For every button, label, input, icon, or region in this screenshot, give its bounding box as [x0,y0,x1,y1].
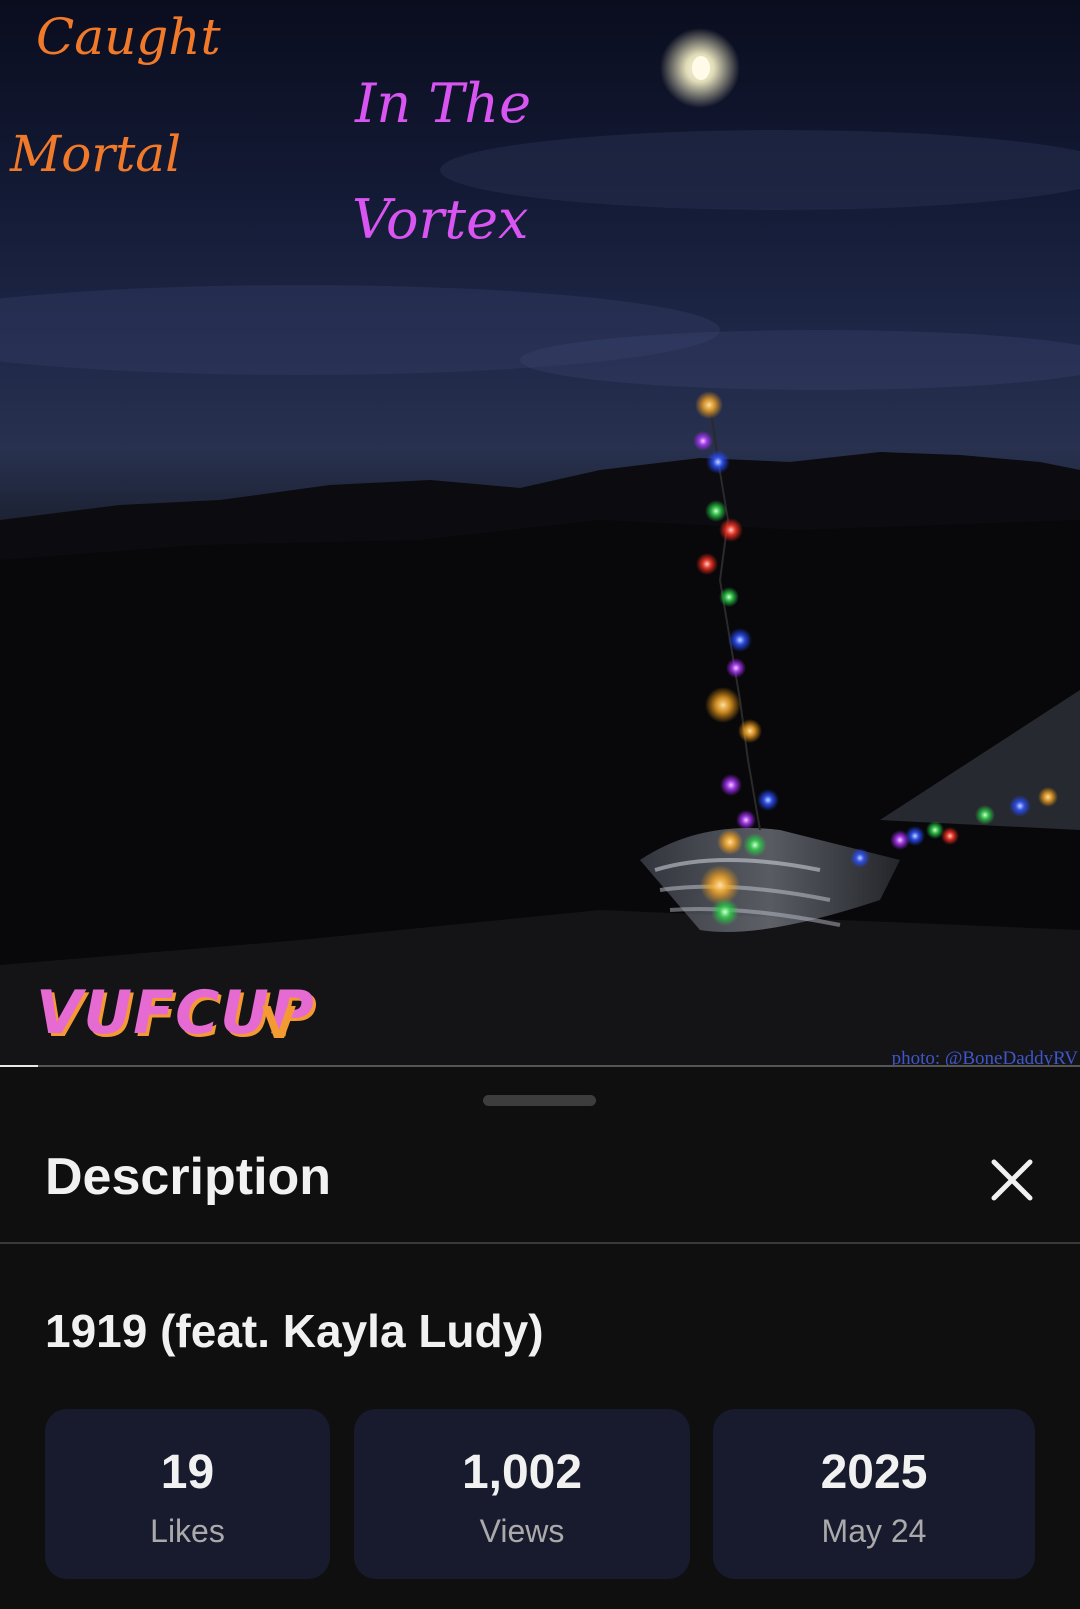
song-title: 1919 (feat. Kayla Ludy) [45,1305,544,1357]
cover-title-line-4: Vortex [352,188,529,251]
video-player[interactable]: Caught In The Mortal Vortex VUFCUP V pho… [0,0,1080,1067]
close-icon [991,1159,1033,1201]
stat-likes-label: Likes [150,1513,225,1549]
stat-views: 1,002 Views [354,1409,690,1579]
video-progress-bar[interactable] [0,1065,1080,1067]
stat-likes: 19 Likes [45,1409,330,1579]
artist-logo-mark: V [262,998,297,1049]
cover-title-line-1: Caught [36,8,221,66]
cover-title-line-2: In The [355,72,532,135]
stat-views-label: Views [479,1513,565,1549]
description-sheet: Description 1919 (feat. Kayla Ludy) 19 L… [0,1072,1080,1609]
stat-views-value: 1,002 [461,1446,583,1499]
cover-title-line-3: Mortal [10,125,182,183]
sheet-drag-handle[interactable] [483,1095,596,1106]
stat-date: 2025 May 24 [713,1409,1035,1579]
stat-likes-value: 19 [160,1446,215,1499]
sheet-title: Description [45,1148,332,1206]
stat-date-year: 2025 [820,1446,928,1499]
stat-date-day: May 24 [821,1513,927,1549]
video-progress-fill [0,1065,38,1067]
close-button[interactable] [984,1152,1040,1208]
sheet-divider [0,1242,1080,1244]
